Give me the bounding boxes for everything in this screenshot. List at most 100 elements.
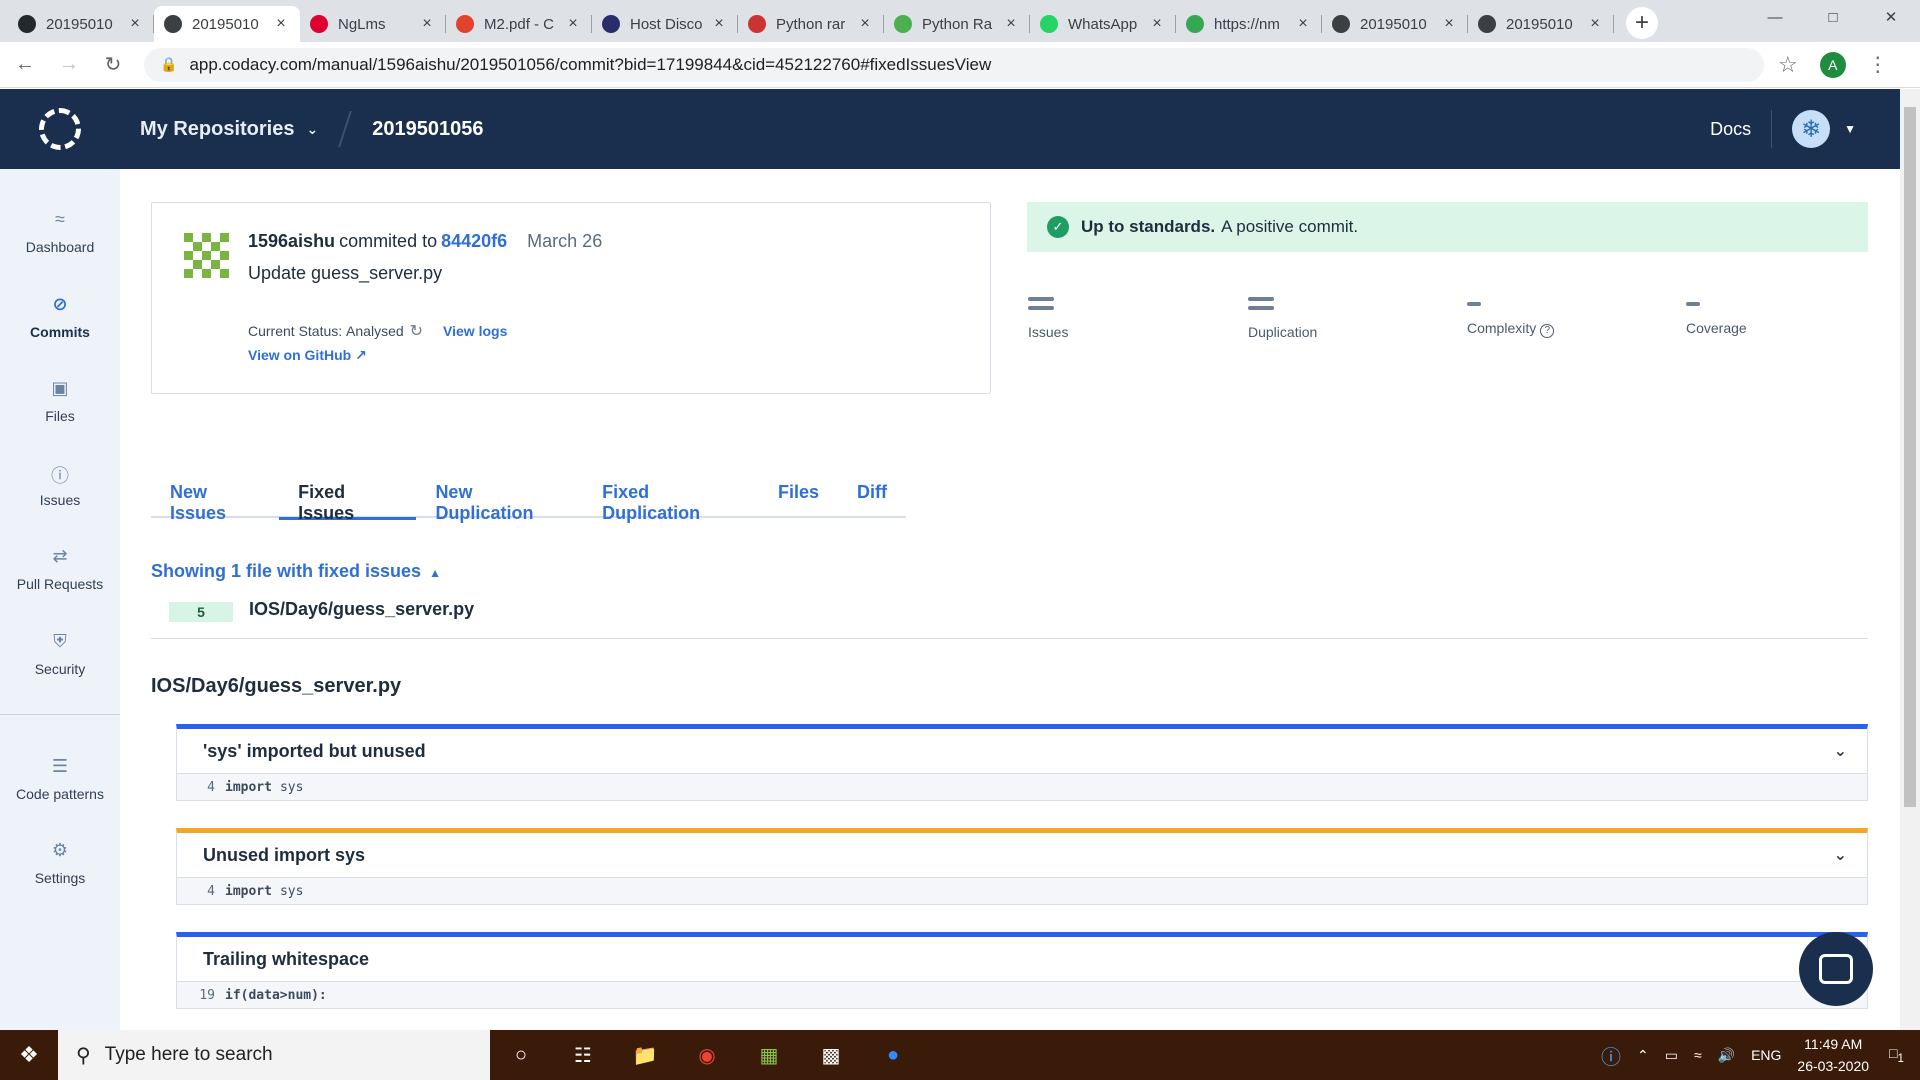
standards-status: Up to standards. [1081, 217, 1216, 236]
commit-hash-link[interactable]: 84420f6 [441, 231, 507, 251]
chevron-down-icon[interactable]: ▼ [1844, 122, 1856, 136]
language-indicator[interactable]: ENG [1751, 1047, 1781, 1063]
browser-tab[interactable]: Python Ra × [884, 6, 1030, 42]
sidebar-item-dashboard[interactable]: ≈ Dashboard [0, 209, 120, 255]
tab-fixed-issues[interactable]: Fixed Issues [279, 478, 417, 523]
browser-tab-label: 20195010 [1360, 15, 1427, 33]
browser-menu-icon[interactable]: ⋮ [1868, 52, 1888, 77]
sidebar-item-files[interactable]: ▣ Files [0, 378, 120, 424]
profile-avatar[interactable]: A [1819, 51, 1846, 78]
browser-tab[interactable]: WhatsApp × [1030, 6, 1176, 42]
clock[interactable]: 11:49 AM 26-03-2020 [1797, 1033, 1869, 1077]
chrome-icon[interactable]: ◉ [676, 1030, 738, 1080]
view-logs-link[interactable]: View logs [443, 323, 507, 339]
chat-support-button[interactable] [1799, 932, 1873, 1006]
docs-link[interactable]: Docs [1710, 119, 1751, 140]
user-avatar[interactable]: ❄ [1792, 110, 1831, 148]
close-window-icon[interactable]: ✕ [1862, 0, 1920, 34]
browser-tab[interactable]: 20195010 × [1468, 6, 1614, 42]
file-explorer-icon[interactable]: 📁 [614, 1030, 676, 1080]
browser-tab[interactable]: https://nm × [1176, 6, 1322, 42]
view-on-github-link[interactable]: View on GitHub ↗ [248, 347, 367, 364]
zoom-icon[interactable]: ● [862, 1030, 924, 1080]
maximize-icon[interactable]: □ [1804, 0, 1862, 34]
volume-icon[interactable]: 🔊 [1718, 1047, 1735, 1064]
close-tab-icon[interactable]: × [564, 15, 582, 33]
lock-icon: 🔒 [160, 56, 178, 72]
files-icon: ▣ [51, 378, 69, 398]
chevron-up-icon[interactable]: ⌃ [1637, 1047, 1649, 1064]
reload-icon[interactable]: ↻ [94, 46, 132, 84]
help-icon[interactable]: ? [1540, 324, 1555, 338]
browser-tab[interactable]: 20195010 × [1322, 6, 1468, 42]
browser-tab[interactable]: 20195010 × [8, 6, 154, 42]
browser-tab[interactable]: M2.pdf - C × [446, 6, 592, 42]
forward-icon[interactable]: → [50, 46, 88, 84]
browser-tab[interactable]: Python rar × [738, 6, 884, 42]
issue-card: Unused import sys ⌄ 4 import sys [176, 828, 1868, 905]
taskbar-search[interactable]: ⚲ Type here to search [58, 1030, 490, 1080]
tab-fixed-duplication[interactable]: Fixed Duplication [583, 478, 759, 523]
bookmark-star-icon[interactable]: ☆ [1778, 52, 1798, 78]
external-link-icon: ↗ [355, 347, 367, 363]
page-scrollbar[interactable] [1900, 89, 1920, 1030]
fixed-file-row[interactable]: 5 IOS/Day6/guess_server.py [151, 593, 1868, 639]
chart-icon [894, 15, 912, 33]
url-input[interactable]: 🔒 app.codacy.com/manual/1596aishu/201950… [144, 47, 1764, 82]
close-tab-icon[interactable]: × [126, 15, 144, 33]
issue-header[interactable]: 'sys' imported but unused ⌄ [177, 729, 1867, 774]
help-icon[interactable]: ⓘ [1601, 1041, 1621, 1070]
code-keyword: import [225, 883, 272, 899]
close-tab-icon[interactable]: × [272, 15, 290, 33]
code-text: sys [279, 883, 304, 899]
sidebar-item-code-patterns[interactable]: ☰ Code patterns [0, 756, 120, 802]
chevron-down-icon[interactable]: ⌄ [1834, 741, 1847, 761]
cortana-icon[interactable]: ○ [490, 1030, 552, 1080]
close-tab-icon[interactable]: × [710, 15, 728, 33]
my-repositories-menu[interactable]: My Repositories ⌄ [140, 118, 318, 141]
issue-title: Unused import sys [203, 844, 366, 865]
metric-equal-icon [1028, 297, 1208, 310]
project-name[interactable]: 2019501056 [372, 118, 483, 141]
breadcrumb-separator [338, 111, 353, 147]
task-view-icon[interactable]: ☷ [552, 1030, 614, 1080]
notification-icon[interactable]: □1 [1889, 1045, 1904, 1065]
sidebar-item-issues[interactable]: ⓘ Issues [0, 462, 120, 508]
sidebar-item-label: Settings [34, 870, 86, 886]
sidebar-item-pull-requests[interactable]: ⇄ Pull Requests [0, 546, 120, 592]
close-tab-icon[interactable]: × [1294, 15, 1312, 33]
terminal-icon[interactable]: ▩ [800, 1030, 862, 1080]
tab-new-issues[interactable]: New Issues [151, 478, 279, 523]
windows-start-icon[interactable]: ❖ [0, 1030, 58, 1080]
codacy-logo[interactable] [0, 89, 120, 169]
sidebar-item-commits[interactable]: ⊘ Commits [0, 294, 120, 340]
minimize-icon[interactable]: — [1746, 0, 1804, 34]
tab-new-duplication[interactable]: New Duplication [416, 478, 583, 523]
close-tab-icon[interactable]: × [1148, 15, 1166, 33]
close-tab-icon[interactable]: × [1586, 15, 1604, 33]
close-tab-icon[interactable]: × [1002, 15, 1020, 33]
scrollbar-thumb[interactable] [1904, 107, 1916, 807]
sidebar-item-settings[interactable]: ⚙ Settings [0, 840, 120, 886]
close-tab-icon[interactable]: × [1440, 15, 1458, 33]
close-tab-icon[interactable]: × [418, 15, 436, 33]
image-app-icon[interactable]: ▦ [738, 1030, 800, 1080]
tab-diff[interactable]: Diff [838, 478, 906, 518]
sidebar-item-security[interactable]: ⛨ Security [0, 631, 120, 677]
issue-header[interactable]: Unused import sys ⌄ [177, 833, 1867, 878]
new-tab-button[interactable]: + [1626, 7, 1658, 39]
battery-icon[interactable]: ▭ [1665, 1047, 1678, 1064]
tab-list: 20195010 × 20195010 × NgLms × M2.pdf - C × Host … [8, 6, 1614, 42]
wifi-icon[interactable]: ≈ [1694, 1047, 1702, 1063]
issue-header[interactable]: Trailing whitespace [177, 937, 1867, 982]
browser-tab[interactable]: 20195010 × [154, 6, 300, 42]
reanalyze-icon[interactable]: ↻ [410, 321, 423, 341]
code-line: 4 import sys [177, 878, 1867, 904]
back-icon[interactable]: ← [6, 46, 44, 84]
showing-files-toggle[interactable]: Showing 1 file with fixed issues ▲ [151, 561, 441, 582]
tab-files[interactable]: Files [759, 478, 838, 518]
browser-tab[interactable]: NgLms × [300, 6, 446, 42]
chevron-down-icon[interactable]: ⌄ [1834, 845, 1847, 865]
browser-tab[interactable]: Host Disco × [592, 6, 738, 42]
close-tab-icon[interactable]: × [856, 15, 874, 33]
